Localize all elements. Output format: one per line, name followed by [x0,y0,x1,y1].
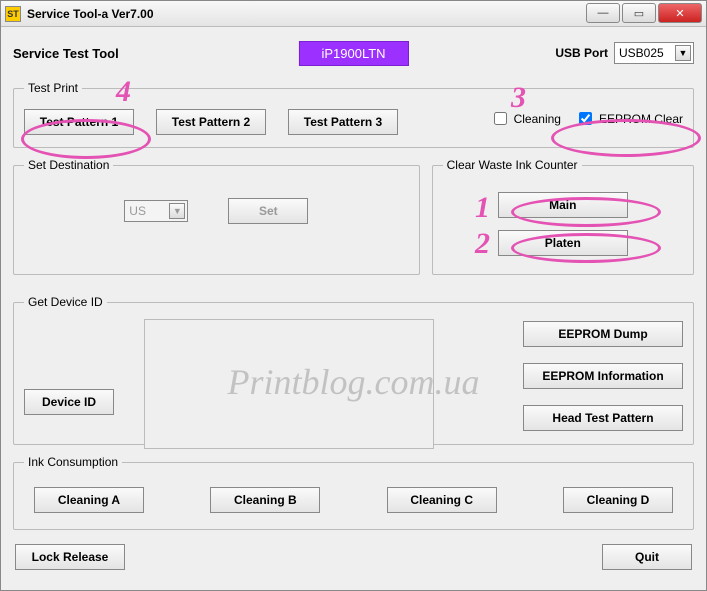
test-pattern-1-button[interactable]: Test Pattern 1 [24,109,134,135]
bottom-row: Lock Release Quit [13,540,694,570]
clear-waste-group: Clear Waste Ink Counter Main Platen [432,158,694,275]
eeprom-clear-label: EEPROM Clear [599,112,683,126]
cleaning-check-wrap[interactable]: Cleaning [490,109,561,128]
cleaning-a-button[interactable]: Cleaning A [34,487,144,513]
clear-waste-buttons: Main Platen [443,186,683,262]
client-area: Service Test Tool iP1900LTN USB Port USB… [1,27,706,590]
minimize-button[interactable]: — [586,3,620,23]
set-destination-inner: US ▼ Set [24,186,409,236]
device-id-textarea [144,319,434,449]
clear-waste-legend: Clear Waste Ink Counter [443,158,582,172]
get-device-right-col: EEPROM Dump EEPROM Information Head Test… [523,321,683,431]
tool-label: Service Test Tool [13,46,119,61]
eeprom-dump-button[interactable]: EEPROM Dump [523,321,683,347]
quit-button[interactable]: Quit [602,544,692,570]
chevron-down-icon: ▼ [169,203,185,219]
test-print-legend: Test Print [24,81,82,95]
header-row: Service Test Tool iP1900LTN USB Port USB… [13,37,694,69]
usb-port-label: USB Port [555,46,608,60]
ink-consumption-group: Ink Consumption Cleaning A Cleaning B Cl… [13,455,694,530]
get-device-id-group: Get Device ID Device ID EEPROM Dump EEPR… [13,295,694,445]
cleaning-d-button[interactable]: Cleaning D [563,487,673,513]
chevron-down-icon[interactable]: ▼ [675,45,691,61]
app-window: ST Service Tool-a Ver7.00 — ▭ ✕ Service … [0,0,707,591]
close-button[interactable]: ✕ [658,3,702,23]
ink-row: Cleaning A Cleaning B Cleaning C Cleanin… [24,483,683,517]
region-value: US [129,204,146,218]
cleaning-checkbox[interactable] [494,112,507,125]
eeprom-information-button[interactable]: EEPROM Information [523,363,683,389]
ink-consumption-legend: Ink Consumption [24,455,122,469]
lock-release-button[interactable]: Lock Release [15,544,125,570]
cleaning-label: Cleaning [514,112,561,126]
test-print-checks: Cleaning EEPROM Clear [490,109,683,128]
usb-port-combo[interactable]: USB025 ▼ [614,42,694,64]
model-badge: iP1900LTN [298,41,408,66]
test-pattern-2-button[interactable]: Test Pattern 2 [156,109,266,135]
window-buttons: — ▭ ✕ [586,3,702,23]
window-title: Service Tool-a Ver7.00 [27,7,154,21]
main-button[interactable]: Main [498,192,628,218]
set-destination-legend: Set Destination [24,158,113,172]
mid-two-col: Set Destination US ▼ Set Clear Waste Ink… [13,158,694,285]
cleaning-b-button[interactable]: Cleaning B [210,487,320,513]
device-id-button[interactable]: Device ID [24,389,114,415]
get-device-id-legend: Get Device ID [24,295,107,309]
eeprom-clear-checkbox[interactable] [579,112,592,125]
test-print-group: Test Print Test Pattern 1 Test Pattern 2… [13,81,694,148]
usb-port-group: USB Port USB025 ▼ [555,42,694,64]
app-icon: ST [5,6,21,22]
head-test-pattern-button[interactable]: Head Test Pattern [523,405,683,431]
cleaning-c-button[interactable]: Cleaning C [387,487,497,513]
titlebar: ST Service Tool-a Ver7.00 — ▭ ✕ [1,1,706,27]
eeprom-clear-check-wrap[interactable]: EEPROM Clear [575,109,683,128]
platen-button[interactable]: Platen [498,230,628,256]
region-combo: US ▼ [124,200,188,222]
set-button: Set [228,198,308,224]
maximize-button[interactable]: ▭ [622,3,656,23]
test-pattern-3-button[interactable]: Test Pattern 3 [288,109,398,135]
set-destination-group: Set Destination US ▼ Set [13,158,420,275]
usb-port-value: USB025 [619,46,664,60]
